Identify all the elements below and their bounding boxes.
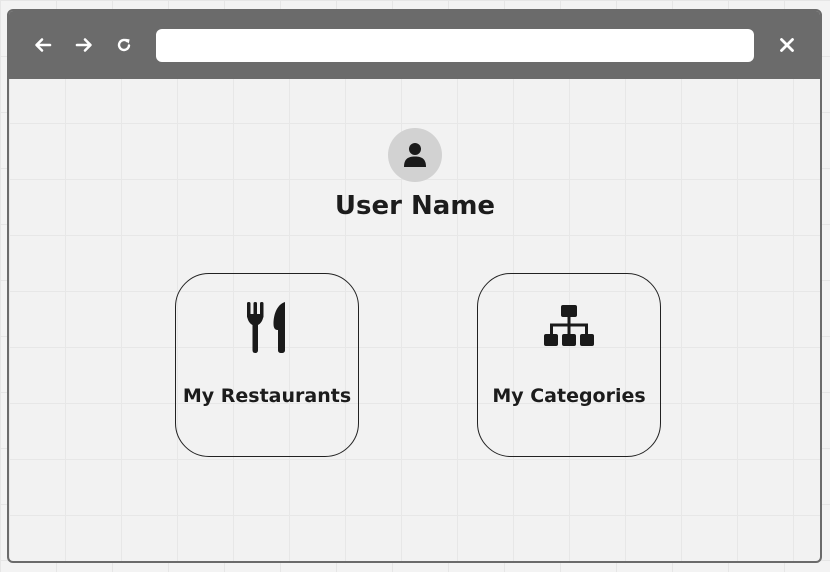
address-bar[interactable] [156,29,754,62]
user-name: User Name [334,191,496,221]
user-icon [404,143,426,167]
arrow-right-icon [75,38,92,52]
reload-icon [117,38,131,52]
my-restaurants-label: My Restaurants [182,385,352,407]
forward-button[interactable] [74,35,94,55]
close-icon [780,38,794,52]
browser-window: User Name My Restaurants My Categories [7,9,822,563]
my-restaurants-card[interactable]: My Restaurants [175,273,359,457]
sitemap-icon [544,305,594,346]
page-canvas: User Name My Restaurants My Categories [0,0,830,572]
arrow-left-icon [35,38,52,52]
my-categories-card[interactable]: My Categories [477,273,661,457]
utensils-icon [247,302,285,353]
avatar [388,128,442,182]
back-button[interactable] [33,35,53,55]
browser-toolbar [9,11,820,79]
reload-button[interactable] [114,35,134,55]
my-categories-label: My Categories [492,385,646,407]
close-button[interactable] [777,35,797,55]
